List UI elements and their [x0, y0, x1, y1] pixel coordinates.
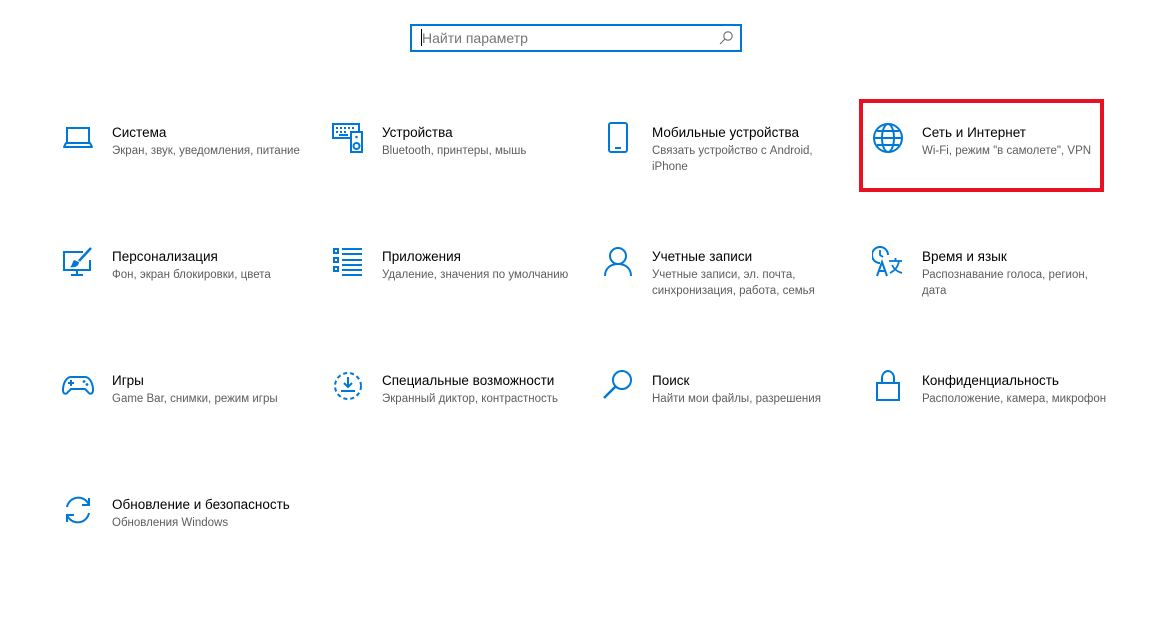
tile-description: Экранный диктор, контрастность	[382, 393, 559, 405]
tile-description: Фон, экран блокировки, цвета	[112, 269, 271, 281]
tile-description: Удаление, значения по умолчанию	[382, 269, 569, 281]
tile-title: Время и язык	[922, 249, 1007, 264]
tile-description: Game Bar, снимки, режим игры	[112, 393, 278, 405]
tile-title: Приложения	[382, 249, 461, 264]
tile-description: Обновления Windows	[112, 517, 229, 529]
time-language-icon	[872, 246, 904, 278]
tile-update-security[interactable]: Обновление и безопасность Обновления Win…	[62, 494, 312, 594]
tile-description: Bluetooth, принтеры, мышь	[382, 145, 527, 157]
tile-description: Распознавание голоса, регион, дата	[922, 269, 1088, 297]
tile-devices[interactable]: Устройства Bluetooth, принтеры, мышь	[332, 122, 582, 222]
tile-mobile-devices[interactable]: Мобильные устройства Связать устройство …	[602, 122, 852, 222]
tile-title: Игры	[112, 373, 144, 388]
ease-of-access-icon	[332, 370, 364, 402]
phone-icon	[602, 122, 634, 154]
tile-search[interactable]: Поиск Найти мои файлы, разрешения	[602, 370, 852, 470]
text-caret	[421, 29, 422, 46]
tile-description: Связать устройство с Android, iPhone	[652, 145, 813, 173]
search-box[interactable]	[410, 24, 742, 52]
tile-title: Устройства	[382, 125, 453, 140]
tile-description: Расположение, камера, микрофон	[922, 393, 1107, 405]
tile-description: Экран, звук, уведомления, питание	[112, 145, 300, 157]
tile-accounts[interactable]: Учетные записи Учетные записи, эл. почта…	[602, 246, 852, 346]
tile-title: Персонализация	[112, 249, 218, 264]
person-icon	[602, 246, 634, 278]
search-input[interactable]	[412, 26, 712, 50]
tile-title: Обновление и безопасность	[112, 497, 290, 512]
tile-description: Найти мои файлы, разрешения	[652, 393, 821, 405]
gamepad-icon	[62, 370, 94, 402]
tile-system[interactable]: Система Экран, звук, уведомления, питани…	[62, 122, 312, 222]
magnifier-icon	[602, 370, 634, 402]
tile-description: Учетные записи, эл. почта, синхронизация…	[652, 269, 815, 297]
lock-icon	[872, 370, 904, 402]
tile-time-language[interactable]: Время и язык Распознавание голоса, регио…	[872, 246, 1122, 346]
tile-privacy[interactable]: Конфиденциальность Расположение, камера,…	[872, 370, 1122, 470]
paint-monitor-icon	[62, 246, 94, 278]
tile-gaming[interactable]: Игры Game Bar, снимки, режим игры	[62, 370, 312, 470]
keyboard-speaker-icon	[332, 122, 364, 154]
apps-list-icon	[332, 246, 364, 278]
tile-personalization[interactable]: Персонализация Фон, экран блокировки, цв…	[62, 246, 312, 346]
tile-title: Мобильные устройства	[652, 125, 800, 140]
sync-icon	[62, 494, 94, 526]
tile-title: Конфиденциальность	[922, 373, 1059, 388]
tile-title: Учетные записи	[652, 249, 753, 264]
tile-ease-of-access[interactable]: Специальные возможности Экранный диктор,…	[332, 370, 582, 470]
laptop-icon	[62, 122, 94, 154]
highlight-box	[859, 99, 1104, 192]
tile-title: Специальные возможности	[382, 373, 555, 388]
tile-title: Поиск	[652, 373, 690, 388]
tile-title: Система	[112, 125, 167, 140]
tile-apps[interactable]: Приложения Удаление, значения по умолчан…	[332, 246, 582, 346]
search-icon[interactable]	[718, 30, 734, 46]
